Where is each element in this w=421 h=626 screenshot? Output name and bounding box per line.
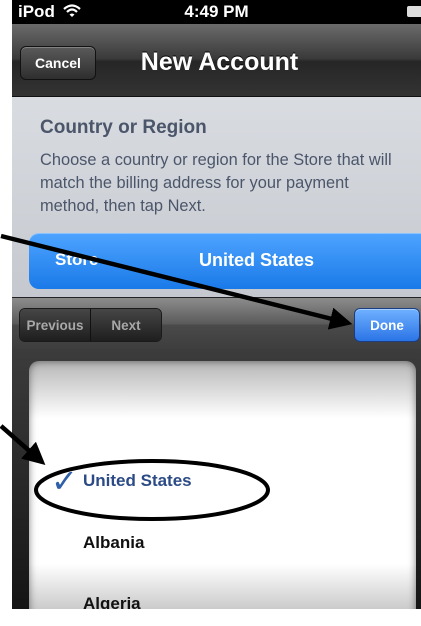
checkmark-icon: ✓ <box>51 462 78 500</box>
page-title: New Account <box>140 48 299 76</box>
done-button[interactable]: Done <box>354 308 420 342</box>
keyboard-toolbar: Previous Next Done <box>12 297 421 350</box>
battery-icon <box>407 6 421 17</box>
section-description: Choose a country or region for the Store… <box>40 151 392 215</box>
picker-row[interactable]: Algeria <box>29 583 416 609</box>
previous-button[interactable]: Previous <box>20 309 90 341</box>
navigation-bar: Cancel New Account <box>12 24 421 97</box>
section-heading: Country or Region <box>40 117 207 138</box>
clock: 4:49 PM <box>184 2 249 21</box>
status-bar: iPod 4:49 PM <box>12 0 421 24</box>
store-label: Store <box>55 250 99 269</box>
picker-row-label: United States <box>83 471 192 490</box>
picker-row-label: Algeria <box>83 594 141 609</box>
device-screen: iPod 4:49 PM Cancel New Account Country … <box>12 0 421 609</box>
country-picker-wheel[interactable]: ✓ United States Albania Algeria <box>29 361 416 609</box>
previous-next-segment: Previous Next <box>19 308 162 342</box>
store-value: United States <box>199 250 315 270</box>
store-selector[interactable]: Store United States <box>29 233 421 289</box>
next-button[interactable]: Next <box>90 309 161 341</box>
picker-row-label: Albania <box>83 533 145 552</box>
picker-row-selected[interactable]: ✓ United States <box>29 460 416 504</box>
picker-row[interactable]: Albania <box>29 522 416 566</box>
picker-background: ✓ United States Albania Algeria <box>12 349 421 609</box>
